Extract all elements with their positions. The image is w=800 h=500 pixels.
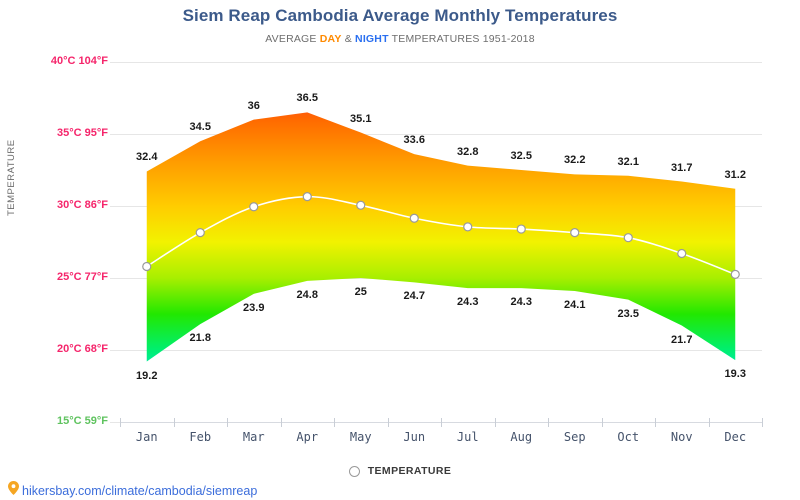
- chart-subtitle: AVERAGE DAY & NIGHT TEMPERATURES 1951-20…: [0, 33, 800, 45]
- high-temperature-label: 36: [247, 99, 260, 112]
- x-axis-month-label: Dec: [724, 430, 747, 444]
- high-temperature-label: 35.1: [350, 112, 372, 125]
- high-temperature-label: 32.8: [457, 145, 479, 158]
- low-temperature-label: 24.7: [403, 290, 425, 303]
- high-temperature-label: 34.5: [189, 121, 211, 134]
- x-axis-tick: [655, 418, 656, 427]
- legend-item-temperature[interactable]: TEMPERATURE: [368, 465, 452, 477]
- x-axis-month-label: Jul: [456, 430, 479, 444]
- low-temperature-label: 23.5: [617, 307, 639, 320]
- high-temperature-label: 32.4: [136, 151, 158, 164]
- circle-outline-icon: [348, 465, 360, 477]
- low-temperature-label: 19.3: [724, 368, 746, 381]
- x-axis-month-label: Nov: [670, 430, 693, 444]
- x-axis-month-label: Mar: [242, 430, 265, 444]
- x-axis-tick: [441, 418, 442, 427]
- location-pin-icon: [8, 481, 19, 500]
- plot-area: [142, 112, 740, 362]
- x-axis-month-label: Sep: [563, 430, 586, 444]
- low-temperature-label: 24.3: [457, 296, 479, 309]
- x-axis-tick: [708, 418, 710, 427]
- subtitle-suffix: TEMPERATURES 1951-2018: [391, 33, 535, 45]
- x-axis-month-label: Oct: [617, 430, 640, 444]
- data-point-marker[interactable]: [623, 233, 633, 243]
- data-point-marker[interactable]: [409, 213, 419, 223]
- low-temperature-label: 24.1: [564, 298, 586, 311]
- x-axis-month-label: Apr: [296, 430, 319, 444]
- low-temperature-label: 23.9: [243, 301, 265, 314]
- temperature-band: [146, 112, 736, 362]
- page-title: Siem Reap Cambodia Average Monthly Tempe…: [182, 6, 618, 25]
- legend: TEMPERATURE: [0, 465, 800, 477]
- high-temperature-label: 32.2: [564, 154, 586, 167]
- x-axis-month-label: May: [349, 430, 372, 444]
- data-point-marker[interactable]: [302, 192, 312, 202]
- data-point-marker[interactable]: [356, 200, 366, 210]
- x-axis-tick: [120, 418, 121, 427]
- footer: hikersbay.com/climate/cambodia/siemreap: [8, 481, 257, 500]
- data-point-marker[interactable]: [730, 269, 740, 279]
- y-axis-title: TEMPERATURE: [6, 139, 17, 216]
- subtitle-ampersand: &: [344, 33, 352, 45]
- x-axis-month-label: Jan: [135, 430, 158, 444]
- data-point-marker[interactable]: [463, 222, 473, 232]
- high-temperature-label: 32.5: [510, 150, 532, 162]
- x-axis-tick: [173, 418, 175, 427]
- low-temperature-label: 24.8: [296, 288, 318, 301]
- data-point-marker[interactable]: [249, 202, 259, 212]
- climate-chart: Siem Reap Cambodia Average Monthly Tempe…: [0, 0, 800, 500]
- data-point-marker[interactable]: [195, 228, 205, 238]
- data-point-marker[interactable]: [570, 228, 580, 238]
- high-temperature-label: 31.7: [671, 161, 693, 174]
- y-axis-tick-label: 30°C 86°F: [57, 199, 108, 211]
- x-axis-month-label: Aug: [510, 430, 533, 444]
- y-axis-tick-label: 35°C 95°F: [57, 127, 108, 139]
- x-axis-month-label: Jun: [403, 430, 426, 444]
- y-axis-tick-label: 25°C 77°F: [57, 271, 108, 283]
- x-axis-tick: [334, 418, 335, 427]
- low-temperature-label: 21.8: [189, 332, 211, 345]
- low-temperature-label: 24.3: [510, 296, 532, 309]
- high-temperature-label: 31.2: [724, 168, 746, 181]
- x-axis-tick: [227, 418, 228, 427]
- x-axis-month-label: Feb: [189, 430, 212, 444]
- data-point-marker[interactable]: [677, 248, 687, 259]
- data-point-marker[interactable]: [516, 224, 526, 234]
- low-temperature-label: 19.2: [136, 369, 158, 382]
- low-temperature-label: 21.7: [671, 333, 693, 346]
- x-axis-tick: [280, 418, 282, 427]
- high-temperature-label: 32.1: [617, 155, 639, 168]
- high-temperature-label: 33.6: [403, 134, 425, 147]
- x-axis-tick: [494, 418, 496, 427]
- subtitle-prefix: AVERAGE: [265, 33, 317, 45]
- x-axis-tick: [548, 418, 549, 427]
- subtitle-night-word: NIGHT: [355, 33, 389, 45]
- y-axis-tick-label: 15°C 59°F: [57, 415, 108, 427]
- low-temperature-label: 25: [354, 286, 367, 298]
- y-axis-tick-label: 40°C 104°F: [50, 55, 108, 67]
- high-temperature-label: 36.5: [296, 92, 318, 105]
- x-axis-tick: [762, 418, 763, 427]
- data-point-marker[interactable]: [142, 261, 152, 272]
- subtitle-day-word: DAY: [319, 33, 342, 45]
- x-axis-tick: [387, 418, 389, 427]
- y-axis-tick-label: 20°C 68°F: [57, 343, 108, 355]
- x-axis-tick: [601, 418, 603, 427]
- source-url-link[interactable]: hikersbay.com/climate/cambodia/siemreap: [22, 484, 257, 498]
